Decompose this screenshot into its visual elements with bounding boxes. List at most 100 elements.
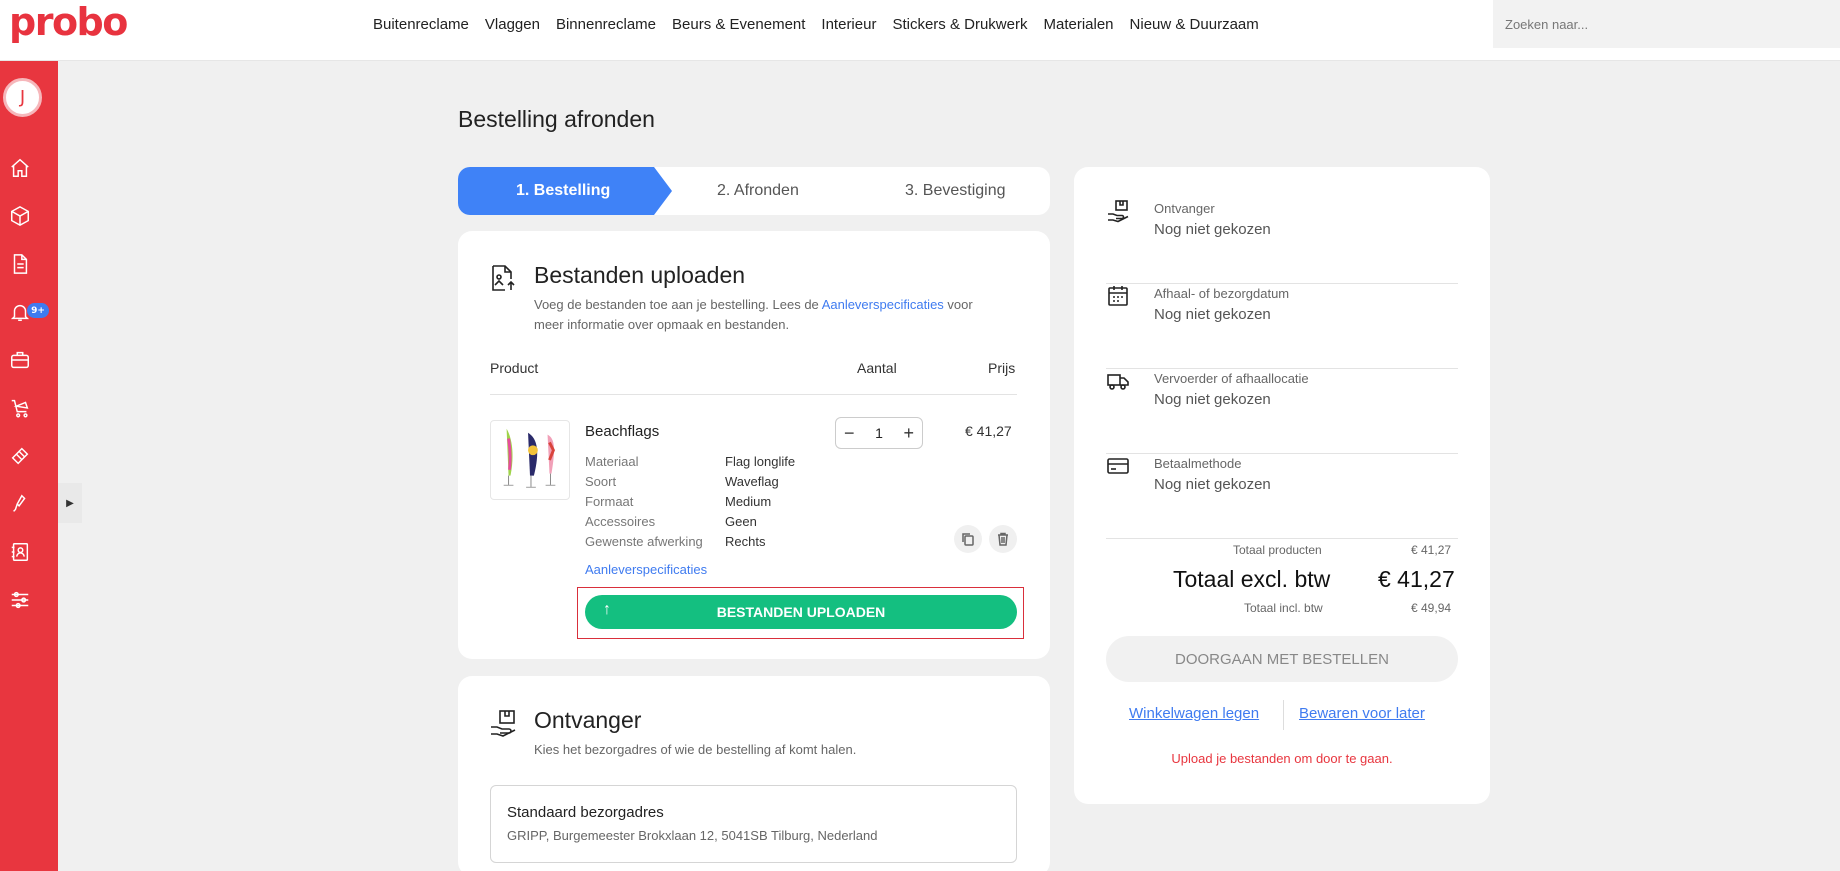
quantity-stepper: − 1 + [835,417,923,449]
sliders-icon[interactable] [9,589,31,611]
address-title: Standaard bezorgadres [507,804,664,821]
address-option[interactable]: Standaard bezorgadres GRIPP, Burgemeeste… [490,785,1017,863]
nav-item-nieuw-duurzaam[interactable]: Nieuw & Duurzaam [1130,16,1259,33]
spec-value-materiaal: Flag longlife [725,454,796,469]
product-name: Beachflags [585,423,660,440]
save-for-later-link[interactable]: Bewaren voor later [1299,705,1425,722]
column-header-product: Product [490,360,539,376]
total-products-value: € 41,27 [1411,543,1452,557]
cart-icon[interactable] [9,397,31,419]
summary-value-carrier: Nog niet gekozen [1154,391,1271,408]
summary-value-recipient: Nog niet gekozen [1154,221,1271,238]
step-bevestiging[interactable]: 3. Bevestiging [905,182,1006,200]
tape-icon[interactable] [9,445,31,467]
sidebar: J 9+ [0,61,58,871]
recipient-card-title: Ontvanger [534,707,642,733]
upload-files-label: BESTANDEN UPLOADEN [716,604,886,620]
continue-order-button[interactable]: DOORGAAN MET BESTELLEN [1106,636,1458,682]
summary-value-payment: Nog niet gekozen [1154,476,1271,493]
total-excl-value: € 41,27 [1378,566,1455,592]
upload-files-button[interactable]: ↑ BESTANDEN UPLOADEN [585,595,1017,629]
total-incl-label: Totaal incl. btw [1244,601,1323,615]
top-bar: probo Buitenreclame Vlaggen Binnenreclam… [0,0,1840,61]
spec-value-soort: Waveflag [725,474,779,489]
nav-item-vlaggen[interactable]: Vlaggen [485,16,540,33]
recipient-icon [1106,199,1130,223]
subtitle-text-3: meer informatie over opmaak en bestanden… [534,317,790,332]
notification-badge: 9+ [27,303,49,318]
brush-icon[interactable] [9,493,31,515]
delete-button[interactable] [989,525,1017,553]
recipient-card-subtitle: Kies het bezorgadres of wie de bestellin… [534,742,857,757]
address-book-icon[interactable] [9,541,31,563]
duplicate-button[interactable] [954,525,982,553]
summary-label-carrier: Vervoerder of afhaallocatie [1154,371,1309,386]
summary-label-date: Afhaal- of bezorgdatum [1154,286,1290,301]
nav-item-materialen[interactable]: Materialen [1043,16,1113,33]
arrow-up-icon: ↑ [603,601,611,618]
upload-card-subtitle: Voeg de bestanden toe aan je bestelling.… [534,295,1034,335]
truck-icon [1106,369,1130,393]
total-incl-value: € 49,94 [1411,601,1452,615]
nav-item-binnenreclame[interactable]: Binnenreclame [556,16,656,33]
beachflags-image [503,428,556,488]
column-header-prijs: Prijs [988,360,1016,376]
main-nav: Buitenreclame Vlaggen Binnenreclame Beur… [373,16,1259,33]
spec-key-accessoires: Accessoires [585,514,656,529]
credit-card-icon [1106,454,1130,478]
summary-row-recipient[interactable]: Ontvanger Nog niet gekozen [1106,199,1458,284]
spec-key-formaat: Formaat [585,494,634,509]
upload-warning: Upload je bestanden om door te gaan. [1171,751,1393,766]
step-bestelling[interactable]: 1. Bestelling [516,182,610,200]
link-separator [1283,700,1284,730]
checkout-steps: 1. Bestelling 2. Afronden 3. Bevestiging [458,167,1050,215]
spec-key-materiaal: Materiaal [585,454,639,469]
increase-quantity-button[interactable]: + [903,423,914,444]
briefcase-icon[interactable] [9,349,31,371]
recipient-icon [488,708,518,738]
nav-item-interieur[interactable]: Interieur [821,16,876,33]
document-icon[interactable] [9,253,31,275]
upload-card-title: Bestanden uploaden [534,262,746,288]
total-products-label: Totaal producten [1233,543,1322,557]
product-thumbnail [490,420,570,500]
probo-logo[interactable]: probo [9,0,128,44]
quantity-value[interactable]: 1 [875,425,883,441]
clear-cart-link[interactable]: Winkelwagen legen [1129,705,1259,722]
subtitle-text-2: voor [943,297,973,312]
file-upload-icon [488,263,518,293]
trash-icon [998,532,1008,546]
summary-row-payment[interactable]: Betaalmethode Nog niet gekozen [1106,454,1458,539]
upload-card: Bestanden uploaden Voeg de bestanden toe… [458,231,1050,659]
nav-item-stickers-drukwerk[interactable]: Stickers & Drukwerk [892,16,1027,33]
recipient-card: Ontvanger Kies het bezorgadres of wie de… [458,676,1050,871]
product-spec-link[interactable]: Aanleverspecificaties [585,562,707,577]
expand-sidebar-button[interactable]: ▶ [58,483,82,523]
spec-value-formaat: Medium [725,494,772,509]
table-divider [490,394,1017,395]
avatar[interactable]: J [3,78,42,117]
summary-row-carrier[interactable]: Vervoerder of afhaallocatie Nog niet gek… [1106,369,1458,454]
spec-value-accessoires: Geen [725,514,757,529]
triangle-right-icon: ▶ [66,497,74,509]
summary-value-date: Nog niet gekozen [1154,306,1271,323]
address-line: GRIPP, Burgemeester Brokxlaan 12, 5041SB… [507,828,878,843]
search-input[interactable]: Zoeken naar... [1493,0,1840,48]
nav-item-beurs-evenement[interactable]: Beurs & Evenement [672,16,805,33]
summary-label-payment: Betaalmethode [1154,456,1242,471]
copy-icon [962,533,974,546]
order-summary-card: Ontvanger Nog niet gekozen Afhaal- of be… [1074,167,1490,804]
step-afronden[interactable]: 2. Afronden [717,182,799,200]
aanleverspecificaties-link[interactable]: Aanleverspecificaties [822,297,944,312]
nav-item-buitenreclame[interactable]: Buitenreclame [373,16,469,33]
product-price: € 41,27 [965,423,1012,439]
box-icon[interactable] [9,205,31,227]
home-icon[interactable] [9,157,31,179]
column-header-aantal: Aantal [857,360,897,376]
spec-key-afwerking: Gewenste afwerking [585,534,703,549]
summary-row-date[interactable]: Afhaal- of bezorgdatum Nog niet gekozen [1106,284,1458,369]
summary-label-recipient: Ontvanger [1154,201,1215,216]
spec-value-afwerking: Rechts [725,534,766,549]
calendar-icon [1106,284,1130,308]
decrease-quantity-button[interactable]: − [844,423,855,444]
